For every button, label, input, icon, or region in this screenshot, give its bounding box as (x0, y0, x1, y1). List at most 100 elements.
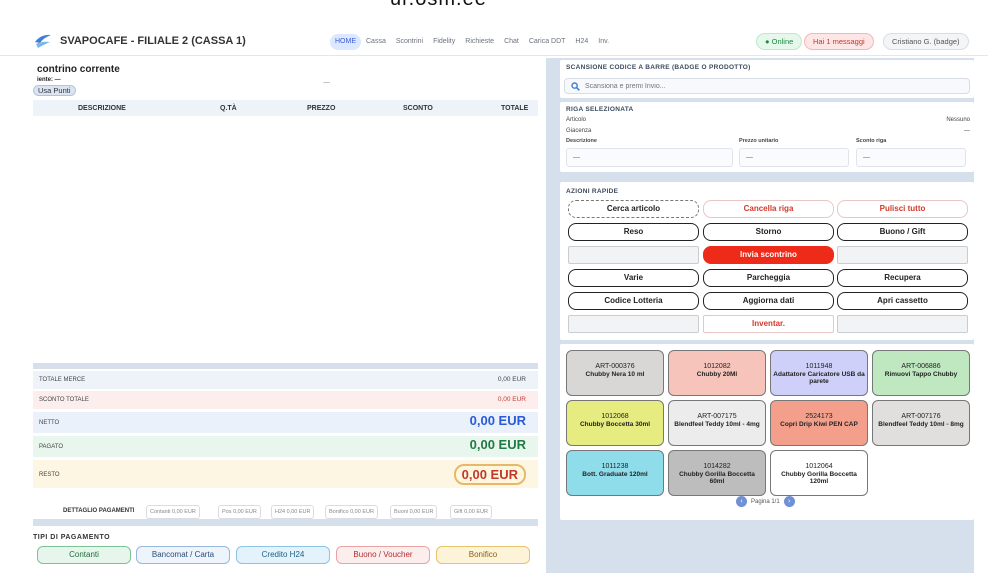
descrizione-label: Descrizione (566, 138, 597, 144)
totale-merce-label: TOTALE MERCE (39, 377, 86, 383)
col-prezzo: PREZZO (307, 105, 336, 112)
product-code: 1014282 (703, 463, 731, 470)
navbar: SVAPOCAFE - FILIALE 2 (CASSA 1) HOME Cas… (0, 28, 988, 56)
varie-button[interactable]: Varie (568, 269, 699, 287)
top-banner: ur.osm.ee (0, 0, 988, 28)
descrizione-field[interactable]: — (566, 148, 733, 167)
detail-h24: H24 0,00 EUR (271, 505, 315, 519)
product-code: ART-007175 (697, 413, 737, 420)
product-tile[interactable]: 1012064 Chubby Gorilla Boccetta 120ml (770, 450, 868, 496)
cancella-riga-button[interactable]: Cancella riga (703, 200, 834, 218)
nav-cassa[interactable]: Cassa (361, 34, 391, 50)
product-code: 1011948 (805, 363, 833, 370)
online-status-badge: ● Online (756, 33, 803, 50)
scan-field[interactable] (564, 78, 970, 94)
brand-title: SVAPOCAFE - FILIALE 2 (CASSA 1) (60, 35, 246, 47)
sconto-totale-label: SCONTO TOTALE (39, 397, 89, 403)
search-icon (571, 82, 580, 91)
nav-scontrini[interactable]: Scontrini (391, 34, 428, 50)
giacenza-label: Giacenza (566, 128, 592, 134)
resto-value: 0,00 EUR (453, 464, 526, 485)
logo-icon (35, 34, 51, 48)
nav-richieste[interactable]: Richieste (460, 34, 499, 50)
empty-slot-4 (837, 315, 968, 333)
netto-value: 0,00 EUR (469, 413, 526, 428)
product-name: Chubby Gorilla Boccetta 60ml (679, 471, 755, 485)
product-code: ART-007176 (901, 413, 941, 420)
product-tile[interactable]: 1011238 Bott. Graduate 120ml (566, 450, 664, 496)
detail-pos: Pos 0,00 EUR (218, 505, 261, 519)
payment-panel: TIPI DI PAGAMENTO Contanti Bancomat / Ca… (33, 526, 538, 573)
use-points-button[interactable]: Usa Punti (33, 85, 76, 96)
giacenza-value: — (964, 128, 970, 134)
payment-title: TIPI DI PAGAMENTO (33, 534, 111, 541)
nav-carica-ddt[interactable]: Carica DDT (524, 34, 571, 50)
product-tile[interactable]: ART-000376 Chubby Nera 10 ml (566, 350, 664, 396)
product-tile[interactable]: 1012068 Chubby Boccetta 30ml (566, 400, 664, 446)
pay-bonifico-button[interactable]: Bonifico (436, 546, 530, 564)
empty-slot-1 (568, 246, 699, 264)
product-tile[interactable]: ART-007175 Blendfeel Teddy 10ml - 4mg (668, 400, 766, 446)
payment-details: DETTAGLIO PAGAMENTI Contanti 0,00 EUR Po… (33, 503, 538, 521)
articolo-value: Nessuno (946, 117, 970, 123)
totale-merce-value: 0,00 EUR (497, 376, 526, 383)
pay-credito-h24-button[interactable]: Credito H24 (236, 546, 330, 564)
top-title: ur.osm.ee (390, 0, 487, 11)
quick-actions-card: AZIONI RAPIDE Cerca articolo Cancella ri… (560, 182, 974, 340)
product-tile[interactable]: ART-006886 Rimuovi Tappo Chubby (872, 350, 970, 396)
receipt-title: contrino corrente (37, 64, 120, 75)
product-name: Adattatore Caricatore USB da parete (773, 371, 865, 385)
product-name: Copri Drip Kiwi PEN CAP (780, 421, 858, 428)
sconto-riga-field[interactable]: — (856, 148, 966, 167)
sconto-riga-label: Sconto riga (856, 138, 887, 144)
parcheggia-button[interactable]: Parcheggia (703, 269, 834, 287)
apri-cassetto-button[interactable]: Apri cassetto (837, 292, 968, 310)
pay-contanti-button[interactable]: Contanti (37, 546, 131, 564)
nav-home[interactable]: HOME (330, 34, 361, 50)
reso-button[interactable]: Reso (568, 223, 699, 241)
empty-slot-2 (837, 246, 968, 264)
next-page-icon[interactable]: › (783, 496, 795, 507)
invia-scontrino-button[interactable]: Invia scontrino (703, 246, 834, 264)
nav-chat[interactable]: Chat (499, 34, 524, 50)
resto-row: RESTO 0,00 EUR (33, 460, 538, 488)
pay-bancomat-button[interactable]: Bancomat / Carta (136, 546, 230, 564)
sconto-totale-value: 0,00 EUR (497, 396, 526, 403)
selected-title: RIGA SELEZIONATA (566, 106, 634, 113)
nav-fidelity[interactable]: Fidelity (428, 34, 460, 50)
product-tile[interactable]: 2524173 Copri Drip Kiwi PEN CAP (770, 400, 868, 446)
product-name: Chubby Gorilla Boccetta 120ml (781, 471, 857, 485)
inventario-button[interactable]: Inventar. (703, 315, 834, 333)
col-descrizione: DESCRIZIONE (78, 105, 126, 112)
product-tile[interactable]: ART-007176 Blendfeel Teddy 10ml - 8mg (872, 400, 970, 446)
receipt-client: iente: — (37, 77, 61, 83)
scan-input[interactable] (585, 81, 955, 92)
aggiorna-dati-button[interactable]: Aggiorna dati (703, 292, 834, 310)
pulisci-tutto-button[interactable]: Pulisci tutto (837, 200, 968, 218)
codice-lotteria-button[interactable]: Codice Lotteria (568, 292, 699, 310)
netto-row: NETTO 0,00 EUR (33, 412, 538, 433)
product-tile[interactable]: 1012082 Chubby 20Ml (668, 350, 766, 396)
recupera-button[interactable]: Recupera (837, 269, 968, 287)
storno-button[interactable]: Storno (703, 223, 834, 241)
selected-row-card: RIGA SELEZIONATA Articolo Nessuno Giacen… (560, 102, 974, 172)
left-column: contrino corrente iente: — — Usa Punti D… (33, 58, 538, 573)
right-column: SCANSIONE CODICE A BARRE (BADGE O PRODOT… (546, 58, 974, 573)
pay-buono-button[interactable]: Buono / Voucher (336, 546, 430, 564)
cerca-articolo-button[interactable]: Cerca articolo (568, 200, 699, 218)
messages-button[interactable]: Hai 1 messaggi (804, 33, 874, 50)
product-tile[interactable]: 1011948 Adattatore Caricatore USB da pare… (770, 350, 868, 396)
col-totale: TOTALE (501, 105, 529, 112)
product-name: Blendfeel Teddy 10ml - 4mg (674, 421, 760, 428)
prezzo-unitario-field[interactable]: — (739, 148, 849, 167)
product-name: Blendfeel Teddy 10ml - 8mg (878, 421, 964, 428)
detail-contanti: Contanti 0,00 EUR (146, 505, 200, 519)
nav-inv[interactable]: Inv. (593, 34, 614, 50)
nav-h24[interactable]: H24 (570, 34, 593, 50)
user-badge[interactable]: Cristiano G. (badge) (883, 33, 969, 50)
empty-slot-3 (568, 315, 699, 333)
prev-page-icon[interactable]: ‹ (736, 496, 747, 507)
totale-merce-row: TOTALE MERCE 0,00 EUR (33, 371, 538, 389)
product-tile[interactable]: 1014282 Chubby Gorilla Boccetta 60ml (668, 450, 766, 496)
buono-gift-button[interactable]: Buono / Gift (837, 223, 968, 241)
